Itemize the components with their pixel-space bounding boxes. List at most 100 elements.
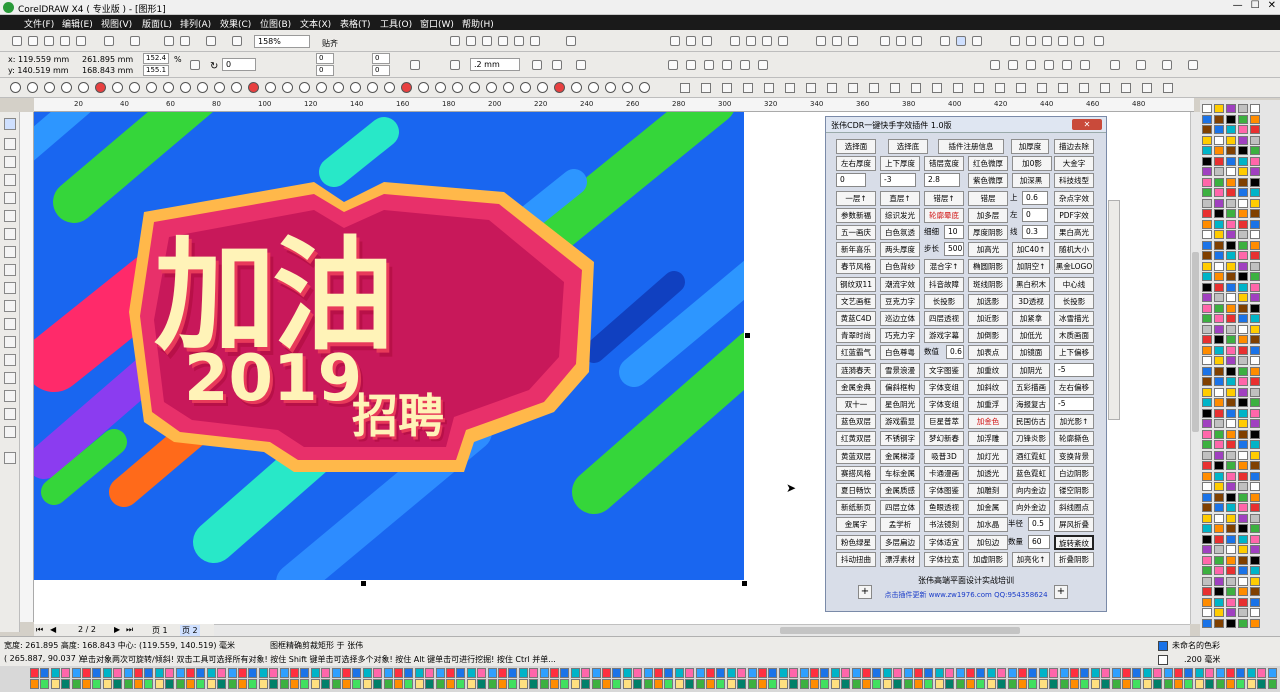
- palette-swatch[interactable]: [966, 679, 975, 689]
- plugin-effect-button[interactable]: 卡通漫画: [924, 466, 964, 481]
- plugin-effect-button[interactable]: 加紧拿: [1012, 311, 1050, 326]
- palette-swatch[interactable]: [238, 668, 247, 678]
- effect-toggle-icon[interactable]: [1079, 83, 1089, 93]
- plugin-effect-button[interactable]: 果白高光: [1054, 225, 1094, 240]
- palette-swatch[interactable]: [1226, 293, 1236, 302]
- palette-swatch[interactable]: [1214, 398, 1224, 407]
- palette-swatch[interactable]: [622, 679, 632, 689]
- plugin-effect-button[interactable]: 木质画面: [1054, 328, 1094, 343]
- palette-swatch[interactable]: [134, 668, 143, 678]
- palette-swatch[interactable]: [1028, 679, 1038, 689]
- palette-swatch[interactable]: [1214, 503, 1224, 512]
- palette-swatch[interactable]: [1153, 679, 1163, 689]
- palette-swatch[interactable]: [1202, 177, 1212, 187]
- effect-toggle-icon[interactable]: [1142, 83, 1152, 93]
- effect-toggle-icon[interactable]: [932, 83, 942, 93]
- selection-handle-right[interactable]: [745, 333, 750, 338]
- palette-swatch[interactable]: [1070, 668, 1079, 678]
- palette-swatch[interactable]: [154, 668, 164, 678]
- palette-swatch[interactable]: [1236, 668, 1246, 678]
- palette-swatch[interactable]: [290, 679, 299, 689]
- effect-shortcut-icon[interactable]: [180, 82, 191, 93]
- palette-swatch[interactable]: [1202, 335, 1212, 344]
- palette-swatch[interactable]: [1132, 668, 1142, 678]
- palette-swatch[interactable]: [331, 679, 341, 689]
- plugin-effect-button[interactable]: 加近影: [968, 311, 1008, 326]
- palette-swatch[interactable]: [1202, 219, 1212, 229]
- scale-x-field[interactable]: 152.4: [143, 53, 169, 64]
- plugin-effect-button[interactable]: 科技线型: [1054, 173, 1094, 188]
- palette-swatch[interactable]: [1250, 566, 1260, 575]
- eyedrop-icon[interactable]: [940, 36, 950, 46]
- palette-swatch[interactable]: [1250, 555, 1260, 565]
- menu-arrange[interactable]: 排列(A): [180, 17, 211, 30]
- palette-swatch[interactable]: [1202, 240, 1212, 250]
- effect-shortcut-icon[interactable]: [588, 82, 599, 93]
- palette-swatch[interactable]: [269, 668, 279, 678]
- palette-swatch[interactable]: [1226, 534, 1236, 544]
- palette-swatch[interactable]: [300, 679, 310, 689]
- plugin-effect-button[interactable]: 旋转紊纹: [1054, 535, 1094, 550]
- plugin-param-field[interactable]: 2.8: [924, 173, 960, 187]
- palette-swatch[interactable]: [986, 668, 996, 678]
- palette-swatch[interactable]: [1250, 209, 1260, 218]
- palette-swatch[interactable]: [1194, 679, 1204, 689]
- outline-width-field[interactable]: .2 mm: [470, 58, 520, 71]
- basic-shapes-icon[interactable]: [4, 282, 16, 294]
- palette-swatch[interactable]: [1202, 167, 1212, 176]
- palette-swatch[interactable]: [674, 679, 684, 689]
- plugin-effect-button[interactable]: 错层↑: [924, 191, 964, 206]
- menu-bitmaps[interactable]: 位图(B): [260, 17, 291, 30]
- palette-swatch[interactable]: [1214, 356, 1224, 365]
- plugin-effect-button[interactable]: 轮廓撕色: [1054, 431, 1094, 446]
- palette-swatch[interactable]: [1184, 668, 1194, 678]
- palette-swatch[interactable]: [1250, 240, 1260, 250]
- palette-swatch[interactable]: [310, 668, 320, 678]
- palette-swatch[interactable]: [1202, 576, 1212, 586]
- palette-swatch[interactable]: [1246, 668, 1256, 678]
- palette-swatch[interactable]: [82, 668, 91, 678]
- palette-swatch[interactable]: [1214, 177, 1224, 187]
- plugin-effect-button[interactable]: 字体变组: [924, 397, 964, 412]
- palette-swatch[interactable]: [61, 668, 71, 678]
- plugin-effect-button[interactable]: 加0影: [1012, 156, 1052, 171]
- palette-swatch[interactable]: [1226, 261, 1236, 271]
- palette-swatch[interactable]: [134, 679, 143, 689]
- palette-swatch[interactable]: [1214, 293, 1224, 302]
- palette-swatch[interactable]: [269, 679, 279, 689]
- plugin-effect-button[interactable]: 一层↑: [836, 191, 876, 206]
- effect-shortcut-icon[interactable]: [401, 82, 412, 93]
- plugin-effect-button[interactable]: 偏斜框构: [880, 380, 920, 395]
- palette-swatch[interactable]: [1238, 114, 1248, 124]
- palette-swatch[interactable]: [1007, 679, 1017, 689]
- extra-tool-icon[interactable]: [4, 452, 16, 464]
- plugin-param-field[interactable]: 0.3: [1022, 225, 1048, 239]
- plugin-effect-button[interactable]: 文艺画框: [836, 294, 876, 309]
- plugin-effect-button[interactable]: 星色阴光: [880, 397, 920, 412]
- plugin-icon-9[interactable]: [1026, 60, 1036, 70]
- maximize-button[interactable]: ☐: [1251, 0, 1260, 14]
- effect-toggle-icon[interactable]: [890, 83, 900, 93]
- palette-swatch[interactable]: [508, 668, 518, 678]
- palette-swatch[interactable]: [1214, 272, 1224, 281]
- plugin-effect-button[interactable]: 加阴光: [1012, 363, 1050, 378]
- palette-swatch[interactable]: [1250, 513, 1260, 523]
- effect-toggle-icon[interactable]: [953, 83, 963, 93]
- palette-swatch[interactable]: [893, 668, 903, 678]
- palette-swatch[interactable]: [1202, 398, 1212, 407]
- plugin-effect-button[interactable]: 粉色绿星: [836, 535, 876, 550]
- palette-swatch[interactable]: [1226, 440, 1236, 449]
- palette-swatch[interactable]: [1226, 482, 1236, 491]
- tab-page-2[interactable]: 页 2: [180, 625, 200, 636]
- palette-swatch[interactable]: [1214, 387, 1224, 397]
- plugin-effect-button[interactable]: 字体变组: [924, 380, 964, 395]
- palette-swatch[interactable]: [227, 668, 237, 678]
- effect-shortcut-icon[interactable]: [316, 82, 327, 93]
- palette-swatch[interactable]: [986, 679, 996, 689]
- effect-toggle-icon[interactable]: [995, 83, 1005, 93]
- zoom-in-icon[interactable]: [686, 36, 696, 46]
- palette-swatch[interactable]: [113, 668, 123, 678]
- prev-page-icon[interactable]: ◀: [50, 625, 56, 634]
- plugin-effect-button[interactable]: 加厚度: [1011, 139, 1049, 154]
- palette-swatch[interactable]: [1214, 261, 1224, 271]
